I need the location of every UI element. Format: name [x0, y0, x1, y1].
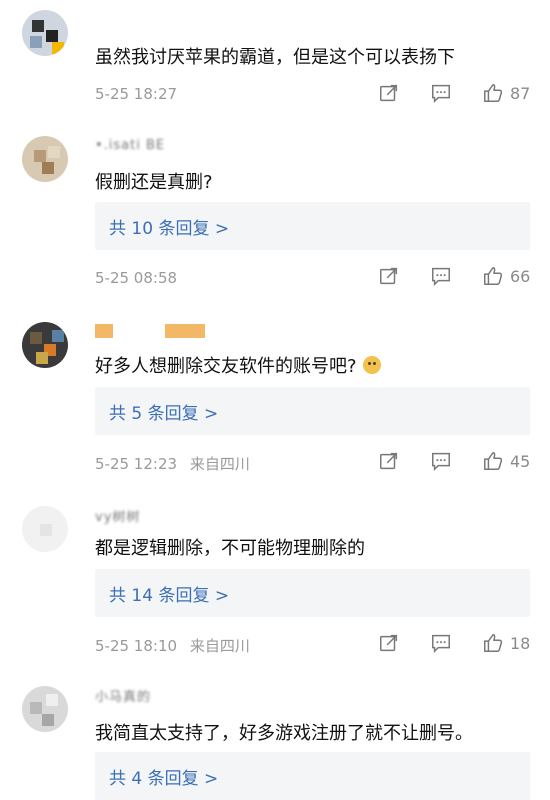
comment-meta: 5-25 12:23 来自四川	[95, 453, 250, 474]
username-decoration	[95, 324, 113, 338]
comment-location: 来自四川	[189, 455, 250, 473]
avatar[interactable]	[22, 10, 68, 56]
comment-time: 5-25 18:27	[95, 85, 178, 103]
like-icon	[484, 267, 503, 285]
emoji-doge-icon	[362, 356, 381, 374]
like-button[interactable]: 45	[482, 450, 534, 472]
comment-time: 5-25 08:58	[95, 269, 178, 287]
comment-actions: 18	[348, 632, 534, 654]
avatar[interactable]	[22, 136, 68, 182]
share-icon[interactable]	[378, 632, 400, 654]
avatar[interactable]	[22, 686, 68, 732]
like-button[interactable]: 87	[482, 82, 534, 104]
comment-text: 假删还是真删?	[95, 172, 213, 193]
comment-meta: 5-25 18:27	[95, 85, 177, 103]
comment-text: 好多人想删除交友软件的账号吧?	[95, 352, 381, 378]
avatar[interactable]	[22, 506, 68, 552]
username[interactable]: vy树树	[95, 506, 140, 525]
comment-meta: 5-25 18:10 来自四川	[95, 635, 250, 656]
share-icon[interactable]	[378, 265, 400, 287]
like-count: 87	[510, 83, 531, 103]
reply-count-link[interactable]: 共 10 条回复 >	[109, 214, 229, 239]
comment-icon[interactable]	[430, 82, 452, 104]
comment-text: 我简直太支持了，好多游戏注册了就不让删号。	[95, 723, 473, 744]
reply-count-link[interactable]: 共 5 条回复 >	[109, 399, 218, 424]
reply-summary[interactable]: 共 10 条回复 >	[95, 202, 530, 250]
username[interactable]: 小马真的	[95, 686, 151, 705]
comment-text: 虽然我讨厌苹果的霸道，但是这个可以表扬下	[95, 47, 455, 68]
username[interactable]: •.isati BE	[95, 138, 165, 153]
like-button[interactable]: 18	[482, 632, 534, 654]
comment-text: 都是逻辑删除，不可能物理删除的	[95, 538, 365, 559]
username-decoration	[165, 324, 205, 338]
comment-time: 5-25 18:10	[95, 637, 178, 655]
like-count: 45	[510, 451, 531, 471]
comment-icon[interactable]	[430, 265, 452, 287]
like-icon	[484, 84, 503, 102]
comment-icon[interactable]	[430, 632, 452, 654]
share-icon[interactable]	[378, 450, 400, 472]
like-count: 18	[510, 633, 531, 653]
comment-icon[interactable]	[430, 450, 452, 472]
reply-summary[interactable]: 共 5 条回复 >	[95, 387, 530, 435]
like-icon	[484, 452, 503, 470]
comment-location: 来自四川	[189, 637, 250, 655]
reply-summary[interactable]: 共 4 条回复 >	[95, 752, 530, 800]
comment-actions: 87	[348, 82, 534, 104]
share-icon[interactable]	[378, 82, 400, 104]
reply-count-link[interactable]: 共 14 条回复 >	[109, 581, 229, 606]
avatar[interactable]	[22, 322, 68, 368]
comment-time: 5-25 12:23	[95, 455, 178, 473]
like-count: 66	[510, 266, 531, 286]
comment-text-body: 好多人想删除交友软件的账号吧?	[95, 356, 357, 377]
comment-meta: 5-25 08:58	[95, 269, 177, 287]
like-icon	[484, 634, 503, 652]
comment-actions: 45	[348, 450, 534, 472]
reply-count-link[interactable]: 共 4 条回复 >	[109, 764, 218, 789]
comment-actions: 66	[348, 265, 534, 287]
like-button[interactable]: 66	[482, 265, 534, 287]
reply-summary[interactable]: 共 14 条回复 >	[95, 569, 530, 617]
